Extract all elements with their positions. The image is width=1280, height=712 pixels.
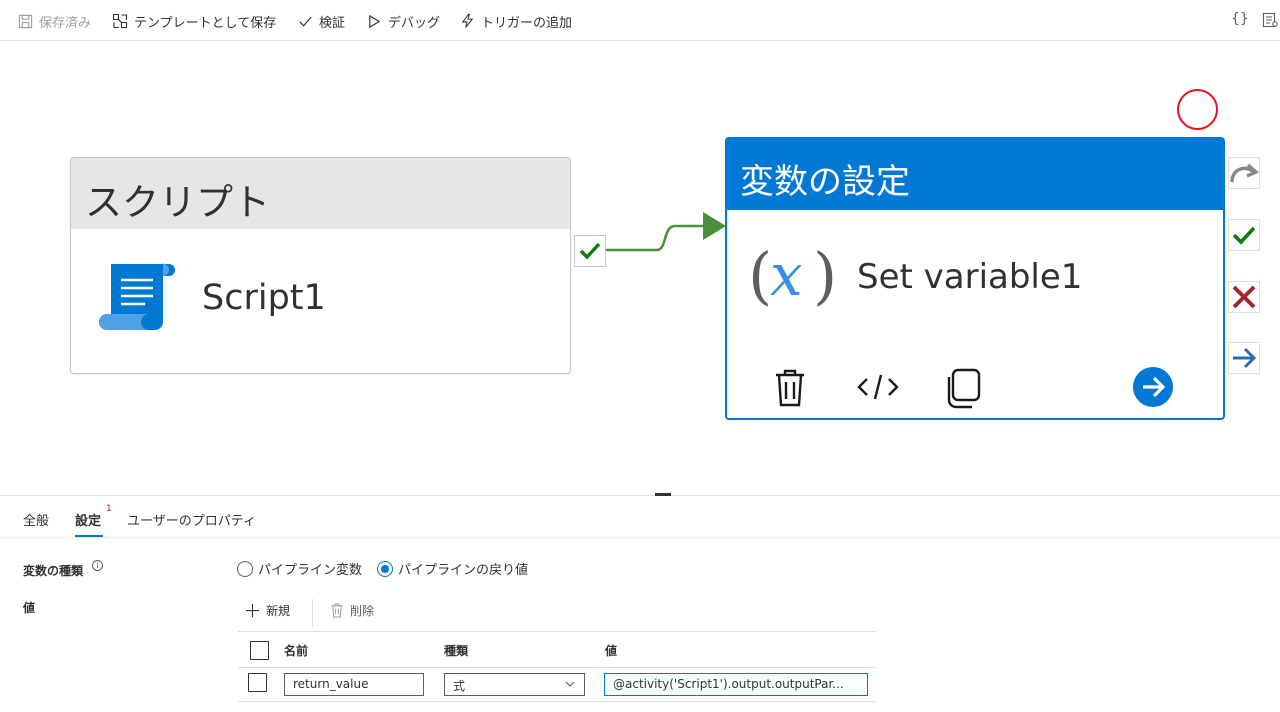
tab-user-properties[interactable]: ユーザーのプロパティ: [127, 510, 256, 529]
set-variable-activity[interactable]: 変数の設定 ( ) x Set variable1: [725, 137, 1225, 420]
column-header-type: 種類: [444, 644, 469, 658]
go-to-activity-button[interactable]: [1132, 366, 1174, 412]
trash-icon: [331, 603, 343, 618]
code-braces-icon: {}: [1231, 11, 1249, 27]
validate-button[interactable]: 検証: [298, 12, 346, 31]
view-code-button[interactable]: [857, 367, 899, 411]
grid-header: 名前 種類 値: [238, 631, 876, 668]
new-label: 新規: [266, 604, 291, 618]
resize-grip[interactable]: [655, 493, 671, 496]
info-icon[interactable]: i: [92, 560, 103, 571]
delete-label: 削除: [350, 604, 375, 618]
arrow-right-icon: [1233, 347, 1257, 369]
checkmark-icon: [579, 242, 601, 260]
x-mark-icon: [1232, 285, 1256, 309]
activity-name: Script1: [202, 278, 326, 318]
column-header-name: 名前: [284, 644, 309, 658]
script-success-output[interactable]: [574, 235, 606, 267]
add-trigger-button[interactable]: トリガーの追加: [460, 12, 573, 31]
type-selected-value: 式: [453, 679, 466, 693]
row-checkbox[interactable]: [248, 673, 267, 692]
clone-activity-button[interactable]: [946, 367, 986, 413]
lightning-icon: [461, 13, 474, 28]
checkmark-icon: [1232, 226, 1256, 245]
command-separator: [312, 599, 313, 627]
saved-label: 保存済み: [39, 15, 92, 31]
svg-text:): ): [813, 239, 836, 309]
radio-circle: [377, 560, 393, 577]
value-label: 値: [23, 601, 36, 615]
debug-label: デバッグ: [388, 15, 441, 31]
panel-splitter: [0, 495, 1280, 496]
properties-tabs: 全般 設定 1 ユーザーのプロパティ: [0, 504, 1280, 538]
properties-icon: [1262, 12, 1278, 28]
table-row: return_value 式 @activity('Script1').outp…: [238, 668, 876, 702]
copy-icon: [947, 368, 981, 409]
active-tab-indicator: [75, 535, 103, 537]
code-icon: [857, 374, 899, 400]
radio-label: パイプライン変数: [258, 563, 363, 578]
add-trigger-label: トリガーの追加: [481, 15, 573, 31]
success-output-handle[interactable]: [1228, 219, 1260, 251]
activity-name: Set variable1: [857, 257, 1083, 297]
success-dependency-arrow[interactable]: [605, 208, 727, 258]
script-activity[interactable]: スクリプト Script1: [70, 157, 571, 374]
variable-fx-icon: ( ) x: [748, 239, 837, 312]
radio-label: パイプラインの戻り値: [398, 563, 529, 578]
play-icon: [369, 14, 381, 28]
value-expression-input[interactable]: @activity('Script1').output.outputPar...: [604, 673, 868, 696]
type-dropdown[interactable]: 式: [444, 673, 585, 696]
save-icon: [18, 14, 33, 28]
delete-activity-button[interactable]: [770, 367, 810, 411]
save-as-template-label: テンプレートとして保存: [134, 15, 277, 31]
select-all-checkbox[interactable]: [250, 641, 269, 660]
failure-output-handle[interactable]: [1228, 281, 1260, 313]
checkmark-icon: [299, 16, 312, 27]
activity-type-label: スクリプト: [71, 158, 570, 229]
template-icon: [112, 13, 128, 29]
svg-text:(: (: [748, 239, 772, 309]
chevron-down-icon: [565, 681, 575, 687]
script-scroll-icon: [97, 260, 177, 336]
tab-general[interactable]: 全般: [23, 510, 49, 529]
radio-pipeline-return-value[interactable]: パイプラインの戻り値: [377, 559, 528, 578]
tab-settings-badge: 1: [106, 504, 112, 514]
variable-type-label: 変数の種類: [23, 564, 84, 578]
new-button[interactable]: 新規: [245, 602, 290, 619]
highlight-marker-circle: [1177, 89, 1218, 130]
delete-button[interactable]: 削除: [330, 602, 374, 619]
column-header-value: 値: [605, 644, 618, 658]
code-view-button[interactable]: {}: [1231, 11, 1249, 27]
trash-icon: [776, 369, 804, 407]
activity-type-label: 変数の設定: [727, 139, 1223, 210]
redo-arrow-icon: [1230, 163, 1259, 183]
skip-output-handle[interactable]: [1228, 157, 1260, 189]
arrow-right-circle-icon: [1133, 367, 1173, 407]
validate-label: 検証: [319, 15, 346, 31]
name-input[interactable]: return_value: [284, 673, 424, 696]
completion-output-handle[interactable]: [1228, 342, 1260, 374]
properties-button[interactable]: [1262, 12, 1278, 32]
tab-settings[interactable]: 設定: [75, 510, 101, 529]
plus-icon: [245, 603, 260, 618]
radio-pipeline-variable[interactable]: パイプライン変数: [237, 559, 362, 578]
saved-button: 保存済み: [18, 12, 92, 31]
debug-button[interactable]: デバッグ: [367, 12, 441, 31]
radio-circle: [237, 560, 253, 577]
pipeline-toolbar: 保存済み テンプレートとして保存 検証 デバッグ トリガーの追加 {}: [0, 0, 1280, 41]
save-as-template-button[interactable]: テンプレートとして保存: [112, 12, 277, 31]
fx-glyph: x: [770, 241, 803, 309]
